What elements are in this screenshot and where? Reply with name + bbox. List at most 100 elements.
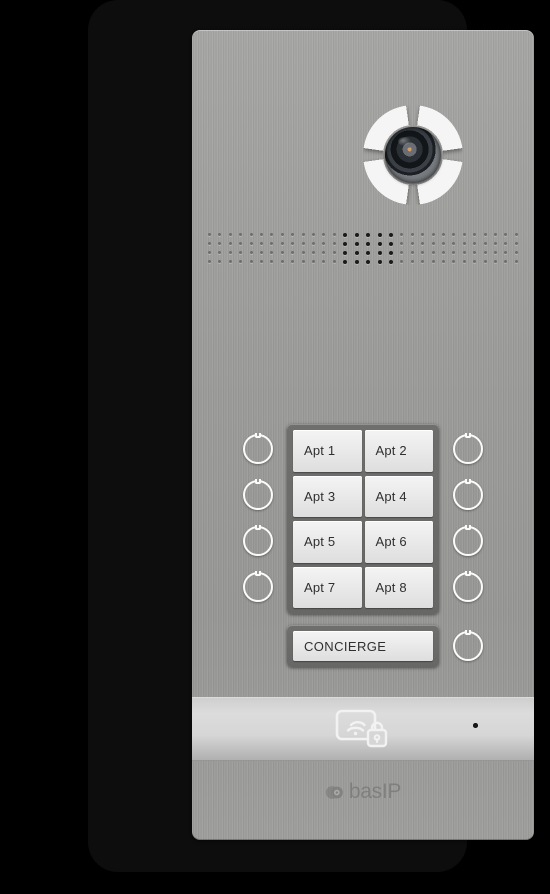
grille-dot: [441, 242, 445, 245]
apt-button-label: Apt 8: [375, 579, 407, 595]
grille-dot: [441, 260, 445, 263]
grille-dot: [473, 242, 477, 245]
grille-dot: [421, 242, 425, 245]
apt-button-label: Apt 3: [304, 488, 336, 504]
apt-button-label: Apt 1: [304, 443, 336, 459]
grille-dot: [377, 251, 382, 255]
call-selector-ring-icon[interactable]: [243, 571, 273, 602]
apt-button-5[interactable]: Apt 5: [293, 521, 362, 563]
grille-dot: [332, 233, 336, 236]
apt-button-6[interactable]: Apt 6: [364, 521, 433, 563]
grille-dot: [483, 242, 487, 245]
grille-dot: [473, 233, 477, 236]
grille-dot: [280, 242, 284, 245]
grille-dot: [239, 242, 243, 245]
camera-lens-icon: [385, 127, 441, 183]
grille-dot: [280, 251, 284, 254]
apt-button-1[interactable]: Apt 1: [293, 430, 362, 472]
grille-dot: [291, 233, 295, 236]
grille-dot: [400, 242, 404, 245]
grille-dot: [514, 233, 518, 236]
call-selector-ring-icon[interactable]: [453, 479, 483, 510]
bas-ip-circle-logo-icon: [325, 785, 343, 799]
grille-dot: [388, 251, 393, 255]
grille-dot: [504, 242, 508, 245]
call-selector-ring-icon[interactable]: [243, 433, 273, 464]
grille-dot: [218, 251, 222, 254]
call-selector-ring-icon[interactable]: [243, 479, 273, 510]
grille-dot: [228, 242, 232, 245]
grille-dot: [514, 242, 518, 245]
apt-button-4[interactable]: Apt 4: [364, 475, 433, 517]
grille-dot: [322, 242, 326, 245]
grille-dot: [366, 233, 371, 237]
grille-dot: [312, 260, 316, 263]
grille-dot: [400, 233, 404, 236]
grille-dot: [452, 242, 456, 245]
grille-row: [208, 242, 518, 251]
grille-dot: [431, 242, 435, 245]
grille-dot: [462, 251, 466, 254]
grille-dot: [270, 242, 274, 245]
grille-dot: [410, 251, 414, 254]
grille-dot: [462, 233, 466, 236]
grille-dot: [493, 260, 497, 263]
grille-dot: [322, 251, 326, 254]
grille-dot: [208, 260, 211, 263]
grille-dot: [462, 260, 466, 263]
grille-dot: [366, 251, 371, 255]
grille-dot: [377, 233, 382, 237]
grille-row: [208, 233, 518, 242]
grille-dot: [441, 251, 445, 254]
grille-dot: [431, 260, 435, 263]
grille-dot: [260, 242, 264, 245]
grille-dot: [332, 260, 336, 263]
grille-dot: [249, 233, 253, 236]
concierge-selector-ring-icon[interactable]: [453, 630, 483, 661]
apt-button-8[interactable]: Apt 8: [364, 566, 433, 608]
status-led-indicator-icon: [473, 723, 478, 728]
concierge-button-label: CONCIERGE: [304, 638, 387, 654]
apt-button-2[interactable]: Apt 2: [364, 430, 433, 472]
grille-dot: [301, 233, 305, 236]
apt-button-3[interactable]: Apt 3: [293, 475, 362, 517]
apt-button-label: Apt 2: [375, 443, 407, 459]
grille-dot: [280, 260, 284, 263]
grille-dot: [504, 233, 508, 236]
grille-dot: [228, 251, 232, 254]
grille-dot: [312, 233, 316, 236]
grille-dot: [452, 233, 456, 236]
grille-dot: [312, 242, 316, 245]
grille-dot: [208, 242, 211, 245]
grille-dot: [493, 251, 497, 254]
call-selector-ring-icon[interactable]: [453, 571, 483, 602]
grille-dot: [410, 242, 414, 245]
concierge-button[interactable]: CONCIERGE: [293, 631, 433, 661]
grille-dot: [343, 233, 348, 237]
grille-dot: [260, 251, 264, 254]
concierge-button-frame: CONCIERGE: [287, 625, 439, 667]
grille-dot: [249, 251, 253, 254]
grille-dot: [260, 260, 264, 263]
grille-dot: [249, 242, 253, 245]
call-selector-ring-icon[interactable]: [453, 525, 483, 556]
call-selector-ring-icon[interactable]: [453, 433, 483, 464]
grille-dot: [473, 251, 477, 254]
grille-dot: [343, 260, 348, 264]
grille-dot: [291, 242, 295, 245]
brand-logo: basIP: [192, 780, 534, 804]
camera-module: [363, 105, 463, 205]
grille-dot: [239, 260, 243, 263]
call-selector-ring-icon[interactable]: [243, 525, 273, 556]
grille-dot: [228, 233, 232, 236]
grille-row: [208, 260, 518, 269]
apt-button-7[interactable]: Apt 7: [293, 566, 362, 608]
grille-dot: [452, 251, 456, 254]
grille-dot: [322, 260, 326, 263]
device-bezel: Apt 1 Apt 2 Apt 3 Apt 4 Apt 5 Apt 6 Apt …: [88, 0, 534, 872]
rfid-card-reader-lock-icon: [335, 709, 388, 748]
grille-dot: [270, 233, 274, 236]
grille-dot: [208, 233, 211, 236]
grille-dot: [431, 233, 435, 236]
rfid-reader-band[interactable]: [192, 697, 534, 761]
